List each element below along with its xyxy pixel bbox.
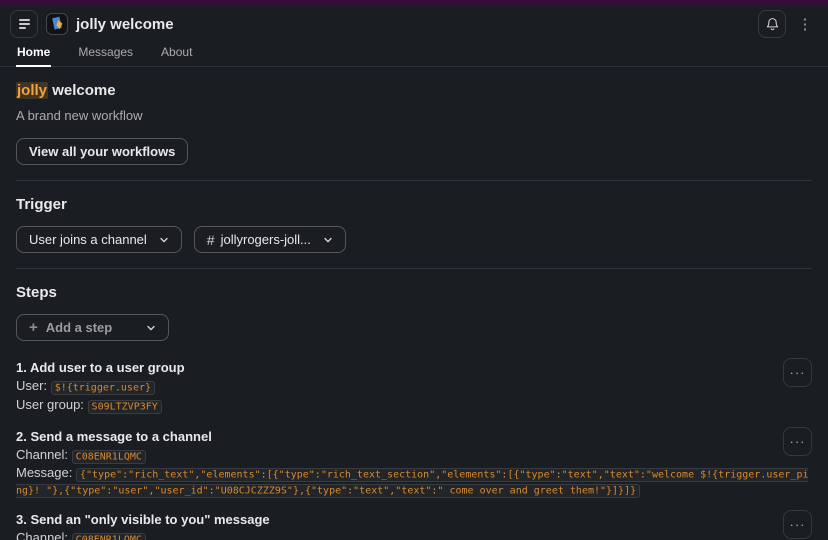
trigger-heading: Trigger	[16, 196, 812, 213]
page-title: jolly welcome	[16, 82, 812, 99]
step-field-usergroup: User group: S09LTZVP3FY	[16, 397, 766, 415]
workflow-home-content: jolly welcome A brand new workflow View …	[0, 67, 828, 540]
field-value-code: $!{trigger.user}	[51, 381, 155, 395]
app-topbar: jolly welcome ⋮	[0, 5, 828, 43]
trigger-controls: User joins a channel # jollyrogers-joll.…	[16, 226, 812, 253]
step-2-send-channel-message: ··· 2. Send a message to a channel Chann…	[16, 429, 812, 498]
notifications-button[interactable]	[758, 10, 786, 38]
step-options-button[interactable]: ···	[783, 358, 812, 387]
step-options-button[interactable]: ···	[783, 427, 812, 456]
step-options-button[interactable]: ···	[783, 510, 812, 539]
steps-heading: Steps	[16, 284, 812, 301]
field-label: User group:	[16, 397, 84, 412]
chevron-down-icon	[323, 235, 333, 245]
steps-list: ··· 1. Add user to a user group User: $!…	[16, 360, 812, 540]
field-label: Channel:	[16, 447, 68, 462]
chevron-down-icon	[159, 235, 169, 245]
trigger-channel-label: jollyrogers-joll...	[221, 232, 311, 247]
workflow-name-highlight: jolly	[16, 82, 48, 99]
hash-icon: #	[207, 232, 215, 248]
step-title: 1. Add user to a user group	[16, 360, 766, 375]
more-options-button[interactable]: ⋮	[794, 11, 816, 37]
step-3-send-ephemeral-message: ··· 3. Send an "only visible to you" mes…	[16, 512, 812, 540]
step-field-channel: Channel: C08ENR1LQMC	[16, 530, 766, 540]
app-title: jolly welcome	[76, 16, 174, 33]
workflow-list-button[interactable]	[10, 10, 38, 38]
step-field-channel: Channel: C08ENR1LQMC	[16, 447, 766, 465]
trigger-event-label: User joins a channel	[29, 232, 147, 247]
divider	[16, 180, 812, 181]
add-step-dropdown[interactable]: + Add a step	[16, 314, 169, 341]
field-label: Channel:	[16, 530, 68, 540]
divider	[16, 268, 812, 269]
field-label: User:	[16, 378, 47, 393]
field-value-code: S09LTZVP3FY	[88, 400, 162, 414]
workflow-app-icon	[46, 13, 68, 35]
step-title: 3. Send an "only visible to you" message	[16, 512, 766, 527]
step-1-add-user-to-group: ··· 1. Add user to a user group User: $!…	[16, 360, 812, 415]
workflow-description: A brand new workflow	[16, 108, 812, 123]
tab-home[interactable]: Home	[16, 45, 51, 67]
step-title: 2. Send a message to a channel	[16, 429, 766, 444]
step-field-user: User: $!{trigger.user}	[16, 378, 766, 396]
tab-messages[interactable]: Messages	[77, 45, 134, 67]
kebab-menu-icon: ⋮	[798, 16, 813, 33]
view-all-workflows-button[interactable]: View all your workflows	[16, 138, 188, 165]
tab-about[interactable]: About	[160, 45, 193, 67]
tabbar: Home Messages About	[0, 43, 828, 67]
bell-icon	[765, 17, 780, 32]
list-icon	[19, 19, 30, 29]
trigger-event-dropdown[interactable]: User joins a channel	[16, 226, 182, 253]
plus-icon: +	[29, 320, 38, 335]
workflow-name-rest: welcome	[52, 82, 115, 99]
step-field-message: Message: {"type":"rich_text","elements":…	[16, 466, 812, 498]
field-label: Message:	[16, 465, 72, 480]
chevron-down-icon	[146, 323, 156, 333]
add-step-label: Add a step	[46, 320, 112, 335]
field-value-code: C08ENR1LQMC	[72, 533, 146, 540]
field-value-code: {"type":"rich_text","elements":[{"type":…	[16, 468, 808, 498]
field-value-code: C08ENR1LQMC	[72, 450, 146, 464]
trigger-channel-dropdown[interactable]: # jollyrogers-joll...	[194, 226, 346, 253]
